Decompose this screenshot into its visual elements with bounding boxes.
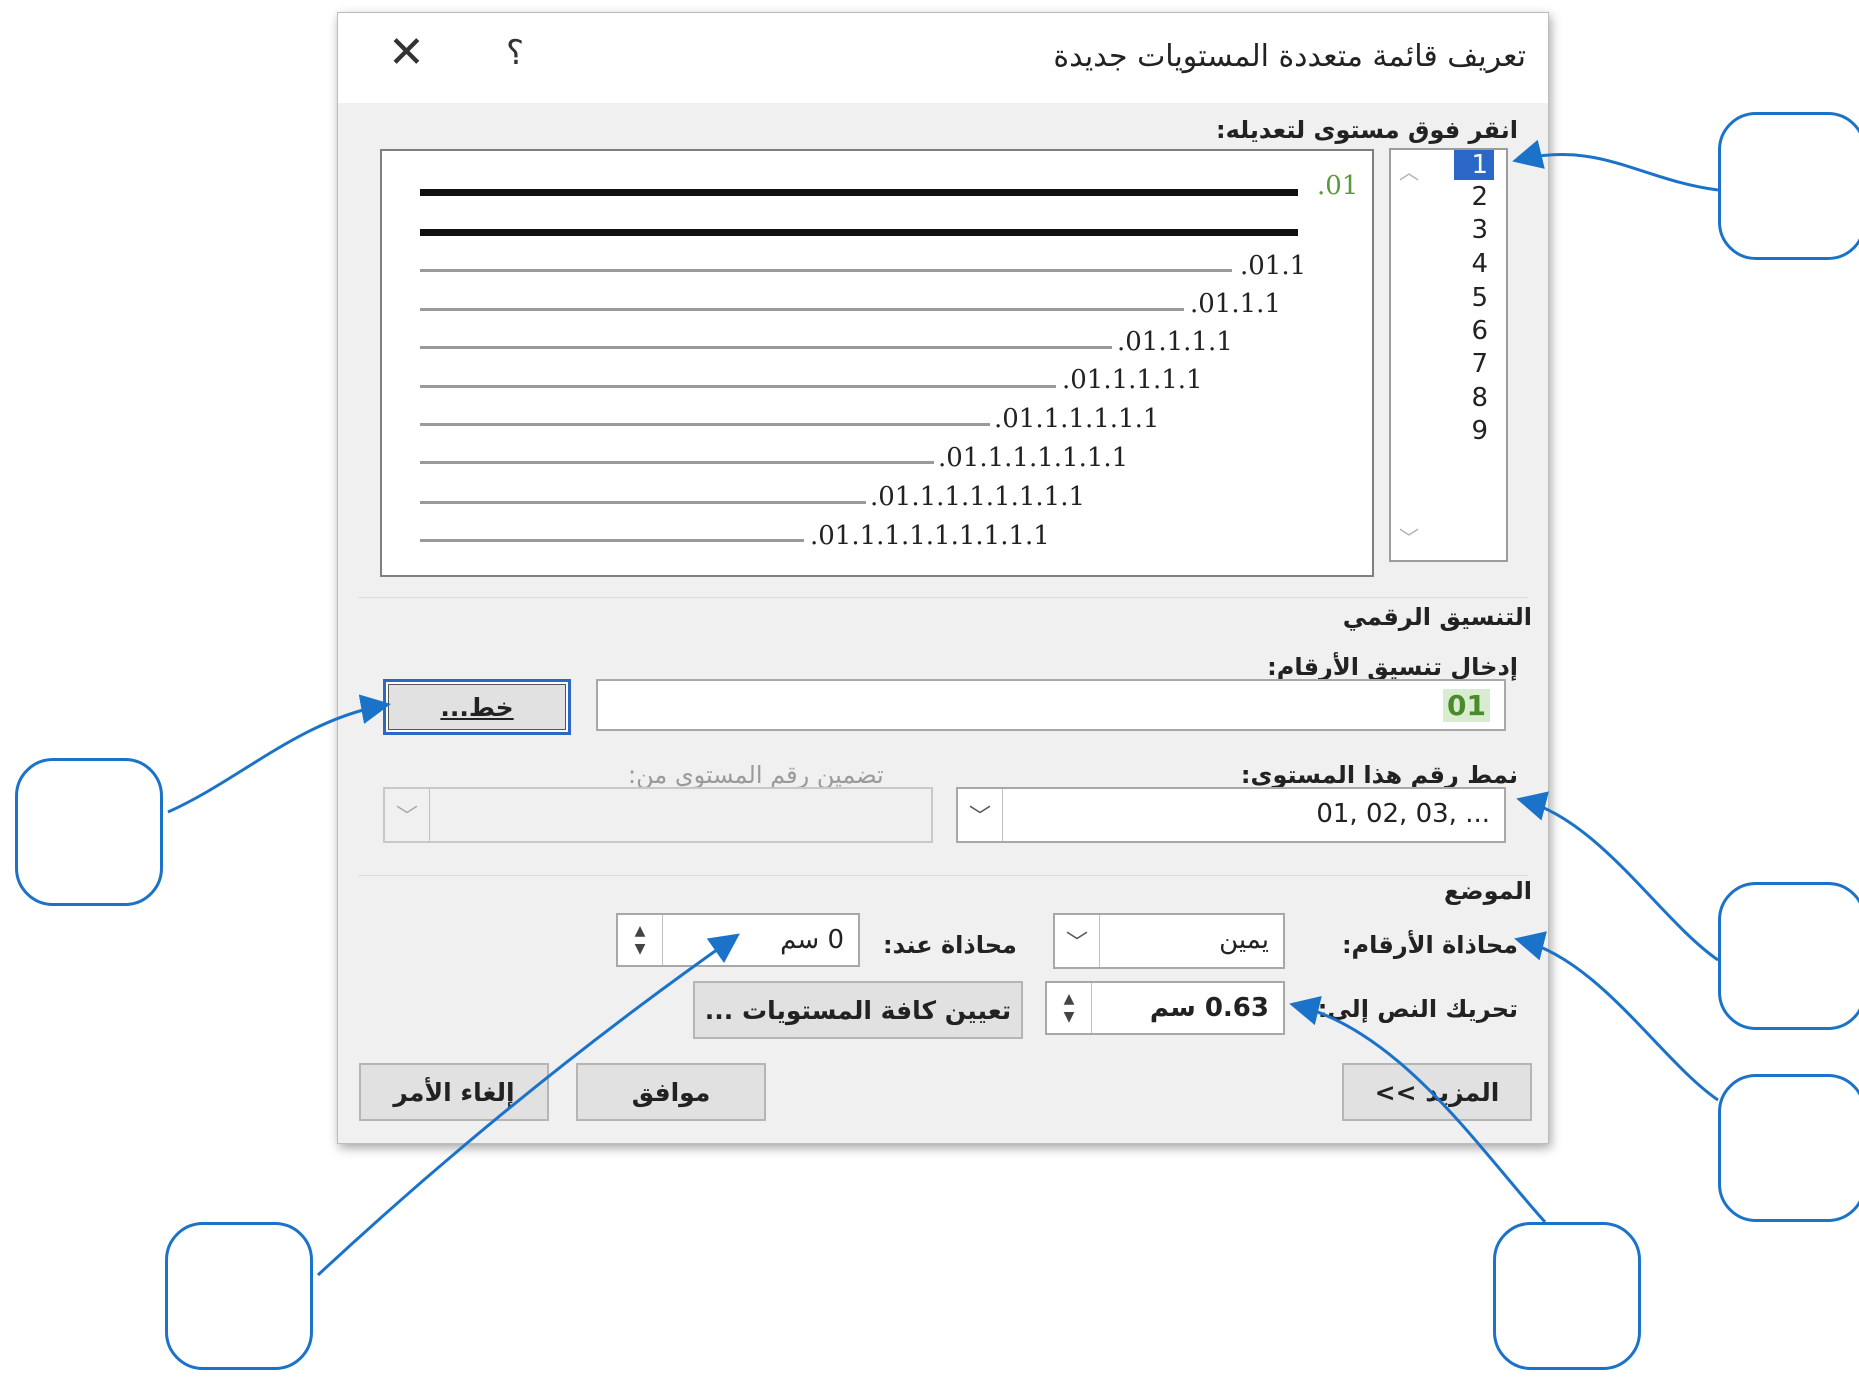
arrow-to-alignment [1514, 931, 1719, 1102]
arrow-to-font [167, 694, 391, 814]
arrow-to-number-style [1516, 791, 1719, 962]
arrow-to-aligned-at [316, 933, 740, 1277]
arrow-to-indent [1289, 995, 1547, 1224]
callout-arrows [167, 139, 1719, 1277]
arrow-to-levels [1512, 139, 1719, 192]
